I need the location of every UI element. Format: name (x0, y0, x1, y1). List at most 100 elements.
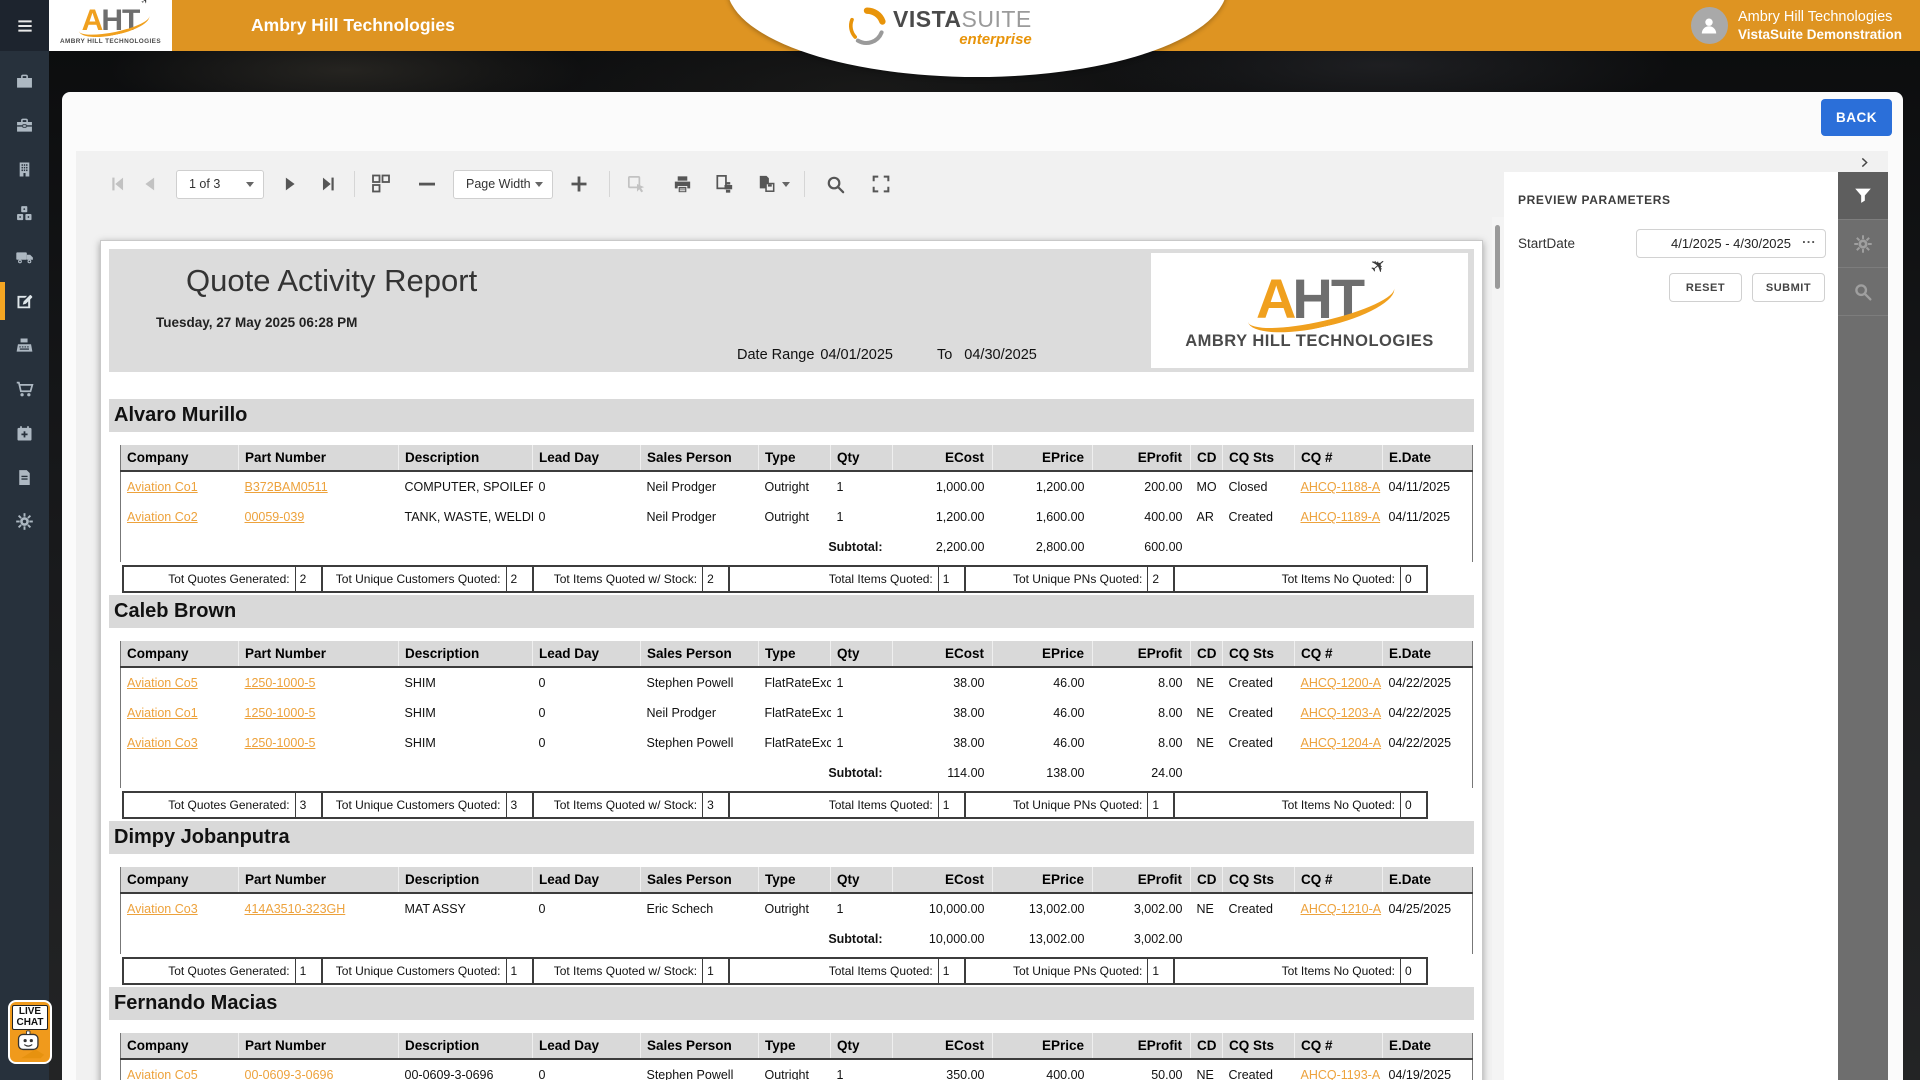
company-link[interactable]: Aviation Co5 (127, 1068, 198, 1080)
table-cell: Created (1223, 502, 1295, 532)
table-cell: 200.00 (1093, 471, 1191, 502)
table-cell: 0 (533, 667, 641, 698)
sidebar-item-truck[interactable] (0, 235, 49, 279)
aht-header-logo: AHT ✈ AMBRY HILL TECHNOLOGIES (49, 0, 172, 51)
gear-icon (1852, 233, 1874, 255)
zoom-in-button[interactable] (563, 168, 595, 200)
summary-label: Tot Items Quoted w/ Stock: (534, 798, 703, 812)
reset-button[interactable]: RESET (1669, 273, 1742, 302)
part-number-link[interactable]: 414A3510-323GH (245, 902, 346, 916)
cq-number-link[interactable]: AHCQ-1204-A (1301, 736, 1382, 750)
back-button[interactable]: BACK (1821, 99, 1892, 136)
company-link[interactable]: Aviation Co1 (127, 480, 198, 494)
scrollbar-thumb[interactable] (1495, 225, 1500, 289)
print-page-button[interactable] (708, 168, 740, 200)
print-button[interactable] (666, 168, 698, 200)
cq-number-link[interactable]: AHCQ-1188-A (1301, 480, 1381, 494)
multi-page-view-button[interactable] (365, 168, 397, 200)
part-number-link[interactable]: 00-0609-3-0696 (245, 1068, 334, 1080)
table-cell: Created (1223, 728, 1295, 758)
first-page-icon (107, 173, 129, 195)
table-cell: 0 (533, 698, 641, 728)
settings-button[interactable] (1838, 220, 1888, 268)
sidebar-item-shopping-cart[interactable] (0, 367, 49, 411)
subtotal-label: Subtotal: (121, 758, 893, 788)
table-cell: 04/22/2025 (1383, 698, 1473, 728)
part-number-link[interactable]: 1250-1000-5 (245, 736, 316, 750)
export-button[interactable] (750, 168, 794, 200)
live-chat-widget[interactable]: LIVE CHAT (8, 1000, 52, 1064)
company-link[interactable]: Aviation Co5 (127, 676, 198, 690)
sidebar-item-cash-register[interactable] (0, 323, 49, 367)
company-link[interactable]: Aviation Co2 (127, 510, 198, 524)
sidebar-item-calendar-plus[interactable] (0, 411, 49, 455)
column-header: Qty (831, 1033, 893, 1059)
sidebar-item-toolbox[interactable] (0, 103, 49, 147)
cq-number-link[interactable]: AHCQ-1193-A (1301, 1068, 1381, 1080)
company-link[interactable]: Aviation Co1 (127, 706, 198, 720)
next-page-icon (279, 173, 301, 195)
table-row: Aviation Co200059-039TANK, WASTE, WELDE0… (121, 502, 1473, 532)
filter-parameters-button[interactable] (1838, 172, 1888, 220)
report-generated-timestamp: Tuesday, 27 May 2025 06:28 PM (156, 315, 357, 330)
zoom-out-button[interactable] (411, 168, 443, 200)
select-tool-icon (625, 173, 648, 196)
table-cell: 38.00 (893, 667, 993, 698)
section-salesperson-name: Caleb Brown (109, 595, 1474, 628)
startdate-input[interactable]: 4/1/2025 - 4/30/2025 ... (1636, 229, 1826, 258)
text-select-button[interactable] (620, 168, 652, 200)
report-section: Caleb BrownCompanyPart NumberDescription… (109, 595, 1474, 819)
sidebar-item-edit[interactable] (0, 279, 49, 323)
cq-number-link[interactable]: AHCQ-1203-A (1301, 706, 1382, 720)
column-header: Type (759, 867, 831, 893)
table-cell: COMPUTER, SPOILER (399, 471, 533, 502)
table-cell: Aviation Co1 (121, 698, 239, 728)
collapse-panel-button[interactable] (1854, 152, 1874, 172)
cq-number-link[interactable]: AHCQ-1210-A (1301, 902, 1382, 916)
summary-group: Tot Items No Quoted:0 (1173, 793, 1426, 817)
subtotal-value: 600.00 (1093, 532, 1191, 562)
table-cell: SHIM (399, 728, 533, 758)
part-number-link[interactable]: 1250-1000-5 (245, 676, 316, 690)
part-number-link[interactable]: 1250-1000-5 (245, 706, 316, 720)
table-cell: Closed (1223, 471, 1295, 502)
date-options-button[interactable]: ... (1802, 231, 1816, 246)
part-number-link[interactable]: B372BAM0511 (245, 480, 328, 494)
summary-label: Tot Items No Quoted: (1175, 964, 1400, 978)
user-menu[interactable]: Ambry Hill Technologies VistaSuite Demon… (1691, 0, 1902, 51)
search-panel-button[interactable] (1838, 268, 1888, 316)
summary-group: Total Items Quoted:1 (728, 793, 964, 817)
prev-page-button[interactable] (134, 168, 166, 200)
column-header: Part Number (239, 1033, 399, 1059)
menu-toggle-button[interactable] (0, 0, 49, 51)
table-cell: 0 (533, 1059, 641, 1080)
sidebar-item-briefcase[interactable] (0, 59, 49, 103)
table-cell: Created (1223, 698, 1295, 728)
sidebar-item-document[interactable] (0, 455, 49, 499)
multi-page-icon (369, 172, 393, 196)
submit-button[interactable]: SUBMIT (1752, 273, 1825, 302)
page-number-select[interactable]: 1 of 3 (176, 170, 264, 199)
sidebar-item-building[interactable] (0, 147, 49, 191)
sidebar-item-settings[interactable] (0, 499, 49, 543)
fullscreen-button[interactable] (865, 168, 897, 200)
to-label: To (937, 347, 952, 363)
next-page-button[interactable] (274, 168, 306, 200)
subtotal-value: 2,800.00 (993, 532, 1093, 562)
part-number-link[interactable]: 00059-039 (245, 510, 305, 524)
cq-number-link[interactable]: AHCQ-1200-A (1301, 676, 1382, 690)
search-button[interactable] (819, 168, 851, 200)
cq-number-link[interactable]: AHCQ-1189-A (1301, 510, 1381, 524)
column-header: Company (121, 1033, 239, 1059)
zoom-level-select[interactable]: Page Width (453, 170, 553, 199)
last-page-button[interactable] (312, 168, 344, 200)
viewer-scrollbar[interactable] (1492, 217, 1504, 1080)
column-header: Description (399, 867, 533, 893)
table-cell: 00-0609-3-0696 (399, 1059, 533, 1080)
company-link[interactable]: Aviation Co3 (127, 902, 198, 916)
first-page-button[interactable] (102, 168, 134, 200)
sidebar-item-cubes[interactable] (0, 191, 49, 235)
export-icon (755, 173, 778, 196)
date-from: 04/01/2025 (820, 347, 893, 363)
company-link[interactable]: Aviation Co3 (127, 736, 198, 750)
